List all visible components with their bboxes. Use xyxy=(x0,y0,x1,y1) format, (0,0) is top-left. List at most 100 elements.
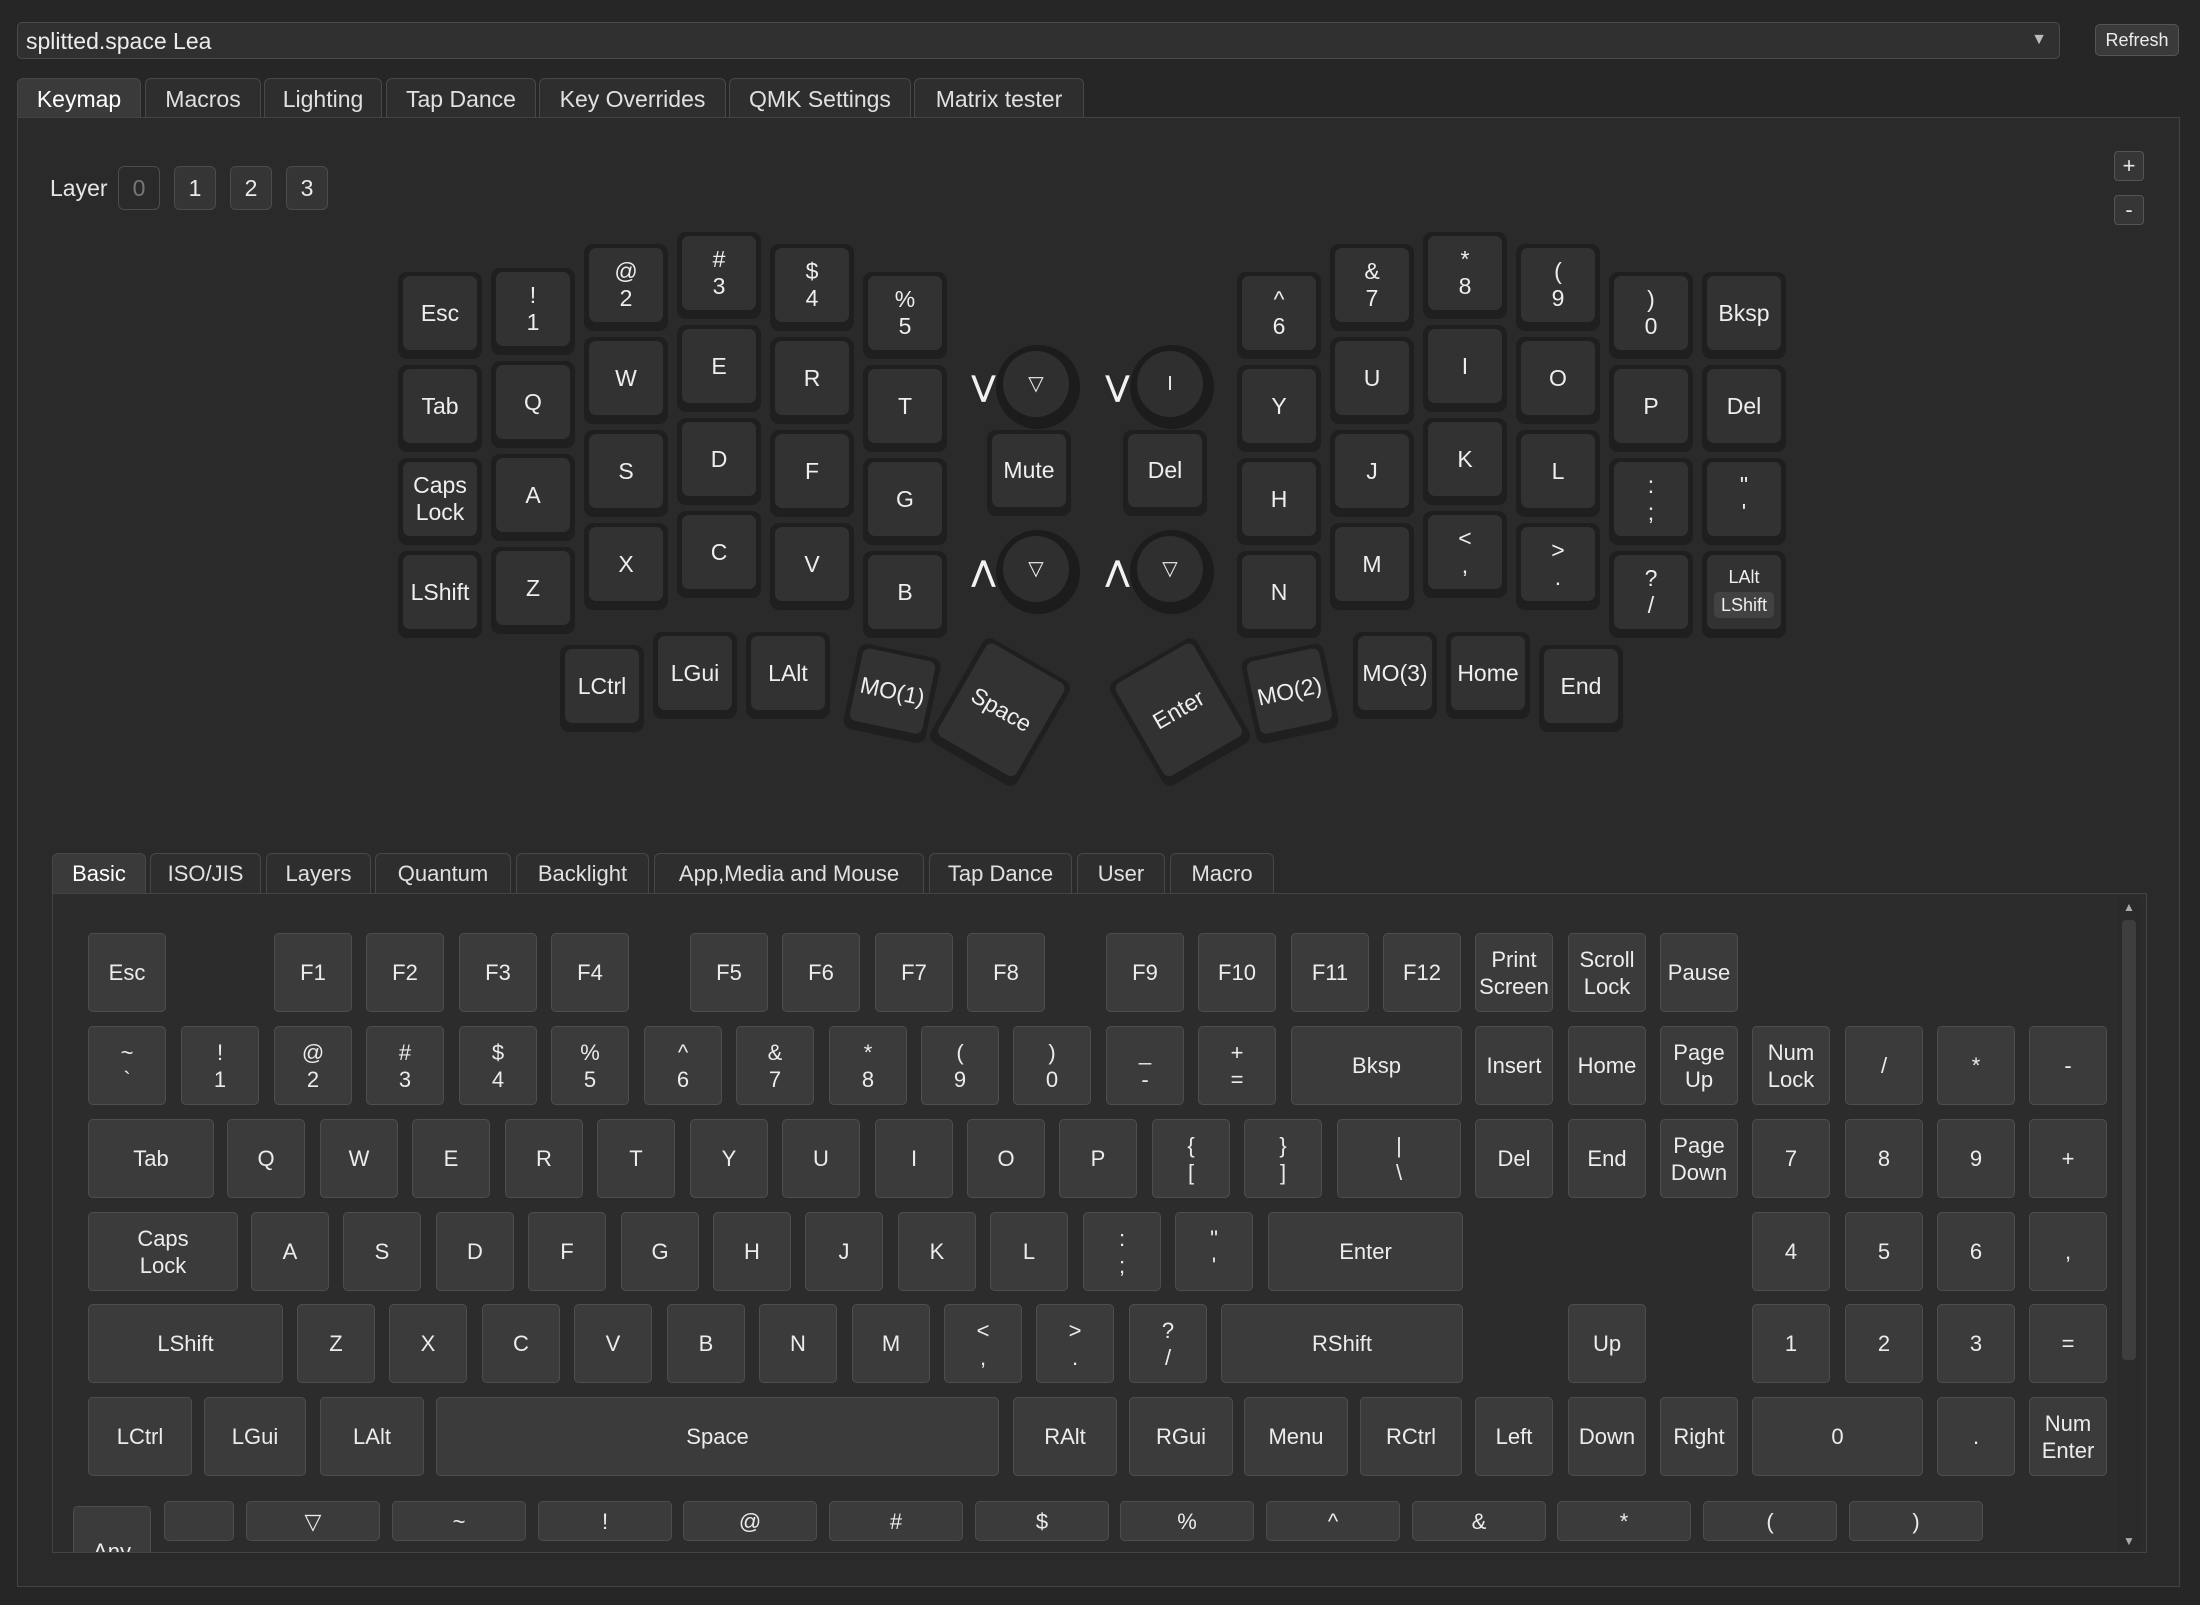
keycode-q[interactable]: Q xyxy=(227,1119,305,1198)
keycode-6[interactable]: ^ 6 xyxy=(644,1026,722,1105)
tab-lighting[interactable]: Lighting xyxy=(264,78,382,118)
keycode-scrollbar[interactable]: ▲ ▼ xyxy=(2118,898,2140,1550)
keycode-blank[interactable]: = xyxy=(2029,1304,2107,1383)
tab-tap-dance[interactable]: Tap Dance xyxy=(386,78,536,118)
keycode-k[interactable]: K xyxy=(898,1212,976,1291)
keycode-w[interactable]: W xyxy=(320,1119,398,1198)
key-w[interactable]: W xyxy=(584,337,668,424)
keycode-f[interactable]: F xyxy=(528,1212,606,1291)
keycode-lctrl[interactable]: LCtrl xyxy=(88,1397,192,1476)
keycode-4[interactable]: 4 xyxy=(1752,1212,1830,1291)
layer-button-0[interactable]: 0 xyxy=(118,166,160,210)
key-v[interactable]: V xyxy=(770,523,854,610)
keycode-f5[interactable]: F5 xyxy=(690,933,768,1012)
key-8[interactable]: * 8 xyxy=(1423,232,1507,319)
key-blank[interactable]: >. xyxy=(1516,523,1600,610)
keycode-b[interactable]: B xyxy=(667,1304,745,1383)
tab-matrix-tester[interactable]: Matrix tester xyxy=(914,78,1084,118)
keycode-print-screen[interactable]: Print Screen xyxy=(1475,933,1553,1012)
key-s[interactable]: S xyxy=(584,430,668,517)
keycode-g[interactable]: G xyxy=(621,1212,699,1291)
keycode-5[interactable]: % 5 xyxy=(551,1026,629,1105)
key-lalt[interactable]: LAlt xyxy=(746,632,830,719)
keycode-tab-tap-dance[interactable]: Tap Dance xyxy=(929,853,1072,893)
key-lshift[interactable]: LShift xyxy=(398,551,482,638)
key-r[interactable]: R xyxy=(770,337,854,424)
keycode-9[interactable]: 9 xyxy=(1937,1119,2015,1198)
layer-button-1[interactable]: 1 xyxy=(174,166,216,210)
keycode-f3[interactable]: F3 xyxy=(459,933,537,1012)
keycode-blank[interactable]: ( xyxy=(1703,1501,1837,1541)
tab-key-overrides[interactable]: Key Overrides xyxy=(539,78,726,118)
keycode-rctrl[interactable]: RCtrl xyxy=(1360,1397,1462,1476)
key-y[interactable]: Y xyxy=(1237,365,1321,452)
keycode-end[interactable]: End xyxy=(1568,1119,1646,1198)
keycode-f6[interactable]: F6 xyxy=(782,933,860,1012)
keycode-p[interactable]: P xyxy=(1059,1119,1137,1198)
keycode-blank[interactable]: - xyxy=(2029,1026,2107,1105)
keycode-blank[interactable]: {[ xyxy=(1152,1119,1230,1198)
keycode-2[interactable]: @2 xyxy=(274,1026,352,1105)
keycode-tab-backlight[interactable]: Backlight xyxy=(516,853,649,893)
scroll-thumb[interactable] xyxy=(2122,920,2136,1360)
key-n[interactable]: N xyxy=(1237,551,1321,638)
keycode-blank[interactable]: >. xyxy=(1036,1304,1114,1383)
keycode-caps-lock[interactable]: Caps Lock xyxy=(88,1212,238,1291)
keycode-num-enter[interactable]: Num Enter xyxy=(2029,1397,2107,1476)
keycode-tab[interactable]: Tab xyxy=(88,1119,214,1198)
key-0[interactable]: ) 0 xyxy=(1609,272,1693,359)
keycode-5[interactable]: 5 xyxy=(1845,1212,1923,1291)
key-9[interactable]: (9 xyxy=(1516,244,1600,331)
keycode-blank[interactable]: + xyxy=(2029,1119,2107,1198)
keycode-f10[interactable]: F10 xyxy=(1198,933,1276,1012)
keycode-v[interactable]: V xyxy=(574,1304,652,1383)
key-lalt-lshift-modtap[interactable]: LAlt LShift xyxy=(1702,551,1786,638)
keycode-a[interactable]: A xyxy=(251,1212,329,1291)
keycode-f9[interactable]: F9 xyxy=(1106,933,1184,1012)
key-5[interactable]: % 5 xyxy=(863,272,947,359)
encoder-left-bottom[interactable]: ▽ xyxy=(996,530,1080,614)
keycode-blank[interactable]: }] xyxy=(1244,1119,1322,1198)
keycode-page-up[interactable]: Page Up xyxy=(1660,1026,1738,1105)
encoder-right-bottom[interactable]: ▽ xyxy=(1130,530,1214,614)
keycode-menu[interactable]: Menu xyxy=(1244,1397,1348,1476)
encoder-cw-arrow-icon[interactable]: ⋀ xyxy=(1106,555,1129,588)
encoder-right-top[interactable]: I xyxy=(1130,345,1214,429)
keycode-blank[interactable]: @ xyxy=(683,1501,817,1541)
keycode-1[interactable]: 1 xyxy=(1752,1304,1830,1383)
keycode-e[interactable]: E xyxy=(412,1119,490,1198)
key-q[interactable]: Q xyxy=(491,361,575,448)
keycode-6[interactable]: 6 xyxy=(1937,1212,2015,1291)
keycode-0[interactable]: 0 xyxy=(1752,1397,1923,1476)
keycode-u[interactable]: U xyxy=(782,1119,860,1198)
keycode-h[interactable]: H xyxy=(713,1212,791,1291)
key-j[interactable]: J xyxy=(1330,430,1414,517)
keycode-z[interactable]: Z xyxy=(297,1304,375,1383)
keycode-blank[interactable]: ! xyxy=(538,1501,672,1541)
key-bksp[interactable]: Bksp xyxy=(1702,272,1786,359)
keycode-page-down[interactable]: Page Down xyxy=(1660,1119,1738,1198)
keycode-ralt[interactable]: RAlt xyxy=(1013,1397,1117,1476)
keycode-blank[interactable]: , xyxy=(2029,1212,2107,1291)
keycode-up[interactable]: Up xyxy=(1568,1304,1646,1383)
keycode-3[interactable]: #3 xyxy=(366,1026,444,1105)
key-mo1[interactable]: MO(1) xyxy=(841,642,943,745)
keycode-blank[interactable]: _ - xyxy=(1106,1026,1184,1105)
key-x[interactable]: X xyxy=(584,523,668,610)
key-o[interactable]: O xyxy=(1516,337,1600,424)
tab-keymap[interactable]: Keymap xyxy=(17,78,141,118)
keycode-bksp[interactable]: Bksp xyxy=(1291,1026,1462,1105)
keycode-blank[interactable]: ~ xyxy=(392,1501,526,1541)
keycode-blank[interactable]: " ' xyxy=(1175,1212,1253,1291)
keycode-r[interactable]: R xyxy=(505,1119,583,1198)
keycode-lgui[interactable]: LGui xyxy=(204,1397,306,1476)
tab-macros[interactable]: Macros xyxy=(145,78,261,118)
keycode-l[interactable]: L xyxy=(990,1212,1068,1291)
keycode-tab-quantum[interactable]: Quantum xyxy=(375,853,511,893)
keycode-blank[interactable]: ^ xyxy=(1266,1501,1400,1541)
keycode-blank[interactable]: * xyxy=(1557,1501,1691,1541)
keycode-tab-iso-jis[interactable]: ISO/JIS xyxy=(150,853,261,893)
keycode-tab-app-media-and-mouse[interactable]: App,Media and Mouse xyxy=(654,853,924,893)
key-end[interactable]: End xyxy=(1539,645,1623,732)
keycode-del[interactable]: Del xyxy=(1475,1119,1553,1198)
